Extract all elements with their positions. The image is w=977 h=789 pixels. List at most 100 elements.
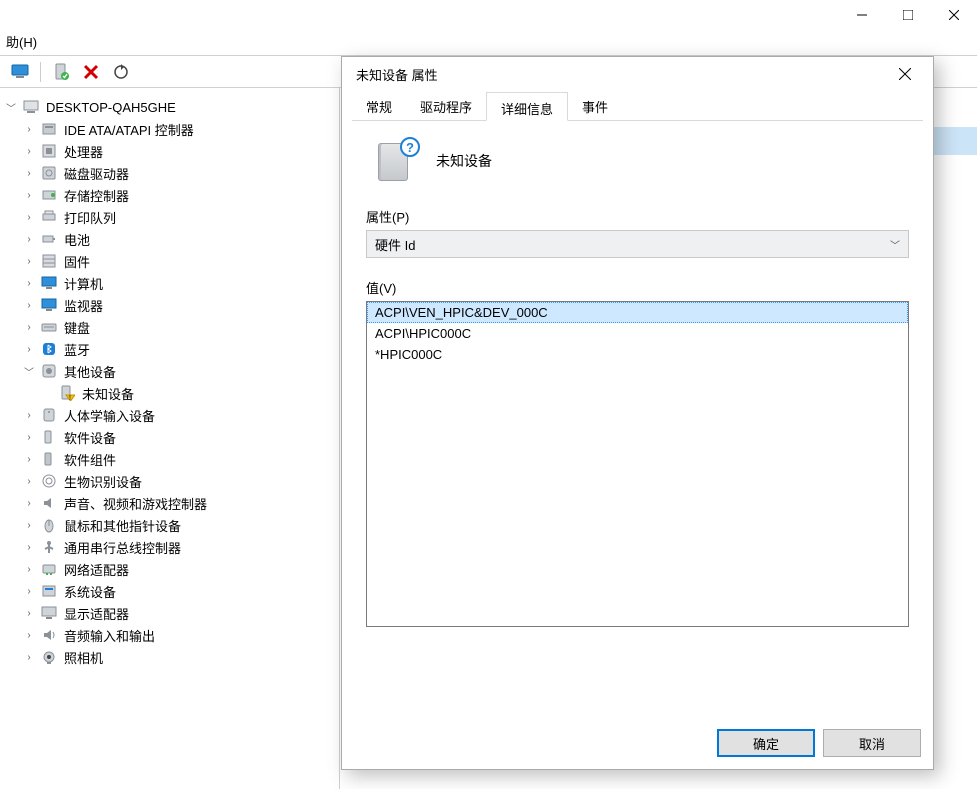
dialog-buttons: 确定 取消 — [717, 729, 921, 757]
tree-node[interactable]: ›IDE ATA/ATAPI 控制器 — [4, 118, 335, 140]
tree-node[interactable]: ›软件设备 — [4, 426, 335, 448]
audio-icon — [40, 626, 58, 644]
tree-node[interactable]: ›鼠标和其他指针设备 — [4, 514, 335, 536]
tree-node-other-devices[interactable]: ﹀ 其他设备 — [4, 360, 335, 382]
tree-node[interactable]: › 监视器 — [4, 294, 335, 316]
tree-root-row[interactable]: ﹀ DESKTOP-QAH5GHE — [4, 96, 335, 118]
expander-icon[interactable]: › — [22, 606, 36, 620]
toolbar-scan-icon[interactable] — [51, 62, 71, 82]
expander-icon[interactable]: › — [22, 188, 36, 202]
tree-node[interactable]: › 人体学输入设备 — [4, 404, 335, 426]
tree-node[interactable]: › 音频输入和输出 — [4, 624, 335, 646]
tree-node[interactable]: ›照相机 — [4, 646, 335, 668]
listbox-item[interactable]: *HPIC000C — [367, 344, 908, 365]
expander-icon[interactable]: › — [22, 650, 36, 664]
property-label: 属性(P) — [366, 207, 909, 226]
dialog-tabs: 常规 驱动程序 详细信息 事件 — [352, 91, 923, 121]
tab-general[interactable]: 常规 — [352, 91, 406, 120]
tree-node-label: 人体学输入设备 — [62, 405, 157, 426]
expander-icon[interactable]: › — [22, 320, 36, 334]
tree-node[interactable]: ›声音、视频和游戏控制器 — [4, 492, 335, 514]
expander-icon[interactable]: › — [22, 144, 36, 158]
toolbar-refresh-icon[interactable] — [111, 62, 131, 82]
tree-node-label: 未知设备 — [80, 383, 136, 404]
menu-help[interactable]: 助(H) — [6, 35, 37, 50]
expander-icon[interactable]: › — [22, 254, 36, 268]
expander-icon[interactable]: › — [22, 452, 36, 466]
tree-node-label: 键盘 — [62, 317, 92, 338]
expander-icon[interactable]: › — [22, 540, 36, 554]
biometric-icon — [40, 472, 58, 490]
tree-node[interactable]: ›通用串行总线控制器 — [4, 536, 335, 558]
tree-node[interactable]: › 键盘 — [4, 316, 335, 338]
softdev-icon — [40, 428, 58, 446]
network-icon — [40, 560, 58, 578]
listbox-item[interactable]: ACPI\VEN_HPIC&DEV_000C — [367, 302, 908, 323]
expander-icon[interactable]: › — [22, 408, 36, 422]
tree-node[interactable]: › 磁盘驱动器 — [4, 162, 335, 184]
expander-icon[interactable]: › — [22, 584, 36, 598]
tree-node[interactable]: ›打印队列 — [4, 206, 335, 228]
tree-node-label: 监视器 — [62, 295, 105, 316]
expander-icon[interactable]: › — [22, 496, 36, 510]
minimize-button[interactable] — [839, 0, 885, 30]
tree-node[interactable]: › 生物识别设备 — [4, 470, 335, 492]
expander-icon[interactable]: › — [22, 562, 36, 576]
expander-icon[interactable]: › — [22, 210, 36, 224]
tab-events[interactable]: 事件 — [568, 91, 622, 120]
tree-node[interactable]: ›软件组件 — [4, 448, 335, 470]
dialog-titlebar[interactable]: 未知设备 属性 — [342, 57, 933, 91]
expander-icon[interactable]: › — [22, 122, 36, 136]
expander-icon[interactable]: › — [22, 628, 36, 642]
listbox-item[interactable]: ACPI\HPIC000C — [367, 323, 908, 344]
expander-icon[interactable]: › — [22, 298, 36, 312]
tree-node[interactable]: ›处理器 — [4, 140, 335, 162]
tree-node[interactable]: ›存储控制器 — [4, 184, 335, 206]
maximize-button[interactable] — [885, 0, 931, 30]
device-tree[interactable]: ﹀ DESKTOP-QAH5GHE ›IDE ATA/ATAPI 控制器›处理器… — [4, 96, 335, 668]
tree-node-label: 磁盘驱动器 — [62, 163, 131, 184]
system-icon — [40, 582, 58, 600]
expander-icon[interactable]: › — [22, 166, 36, 180]
close-button[interactable] — [931, 0, 977, 30]
property-combobox[interactable]: 硬件 Id ﹀ — [366, 230, 909, 258]
menubar: 助(H) — [0, 30, 977, 56]
tree-node-label: 计算机 — [62, 273, 105, 294]
tree-node-label: 蓝牙 — [62, 339, 92, 360]
svg-text:!: ! — [69, 395, 71, 401]
dialog-close-button[interactable] — [885, 59, 925, 89]
value-listbox[interactable]: ACPI\VEN_HPIC&DEV_000CACPI\HPIC000C*HPIC… — [366, 301, 909, 627]
toolbar-separator — [40, 62, 41, 82]
tree-node-label: 生物识别设备 — [62, 471, 144, 492]
device-name-label: 未知设备 — [436, 151, 492, 171]
tree-node-unknown-device[interactable]: ! 未知设备 — [4, 382, 335, 404]
tree-node[interactable]: › 蓝牙 — [4, 338, 335, 360]
other-devices-icon — [40, 362, 58, 380]
expander-icon[interactable]: › — [22, 518, 36, 532]
expander-icon[interactable]: › — [22, 232, 36, 246]
tree-node[interactable]: ›电池 — [4, 228, 335, 250]
tree-node[interactable]: ›显示适配器 — [4, 602, 335, 624]
expander-icon[interactable]: › — [22, 342, 36, 356]
toolbar-monitor-icon[interactable] — [10, 62, 30, 82]
tree-node[interactable]: ›网络适配器 — [4, 558, 335, 580]
usb-icon — [40, 538, 58, 556]
expander-icon[interactable]: › — [22, 474, 36, 488]
toolbar-delete-icon[interactable] — [81, 62, 101, 82]
tab-driver[interactable]: 驱动程序 — [406, 91, 486, 120]
expander-icon[interactable]: › — [22, 430, 36, 444]
cancel-button[interactable]: 取消 — [823, 729, 921, 757]
expander-icon[interactable]: ﹀ — [4, 100, 18, 114]
tree-node-label: 音频输入和输出 — [62, 625, 157, 646]
tree-node[interactable]: ›系统设备 — [4, 580, 335, 602]
expander-icon[interactable]: ﹀ — [22, 364, 36, 378]
bluetooth-icon — [40, 340, 58, 358]
expander-icon[interactable]: › — [22, 276, 36, 290]
tree-node[interactable]: › 计算机 — [4, 272, 335, 294]
display-icon — [40, 604, 58, 622]
ok-button[interactable]: 确定 — [717, 729, 815, 757]
dialog-body: 常规 驱动程序 详细信息 事件 ? 未知设备 属性(P) 硬件 Id ﹀ 值(V… — [352, 91, 923, 715]
tab-details[interactable]: 详细信息 — [486, 92, 568, 121]
mouse-icon — [40, 516, 58, 534]
tree-node[interactable]: ›固件 — [4, 250, 335, 272]
